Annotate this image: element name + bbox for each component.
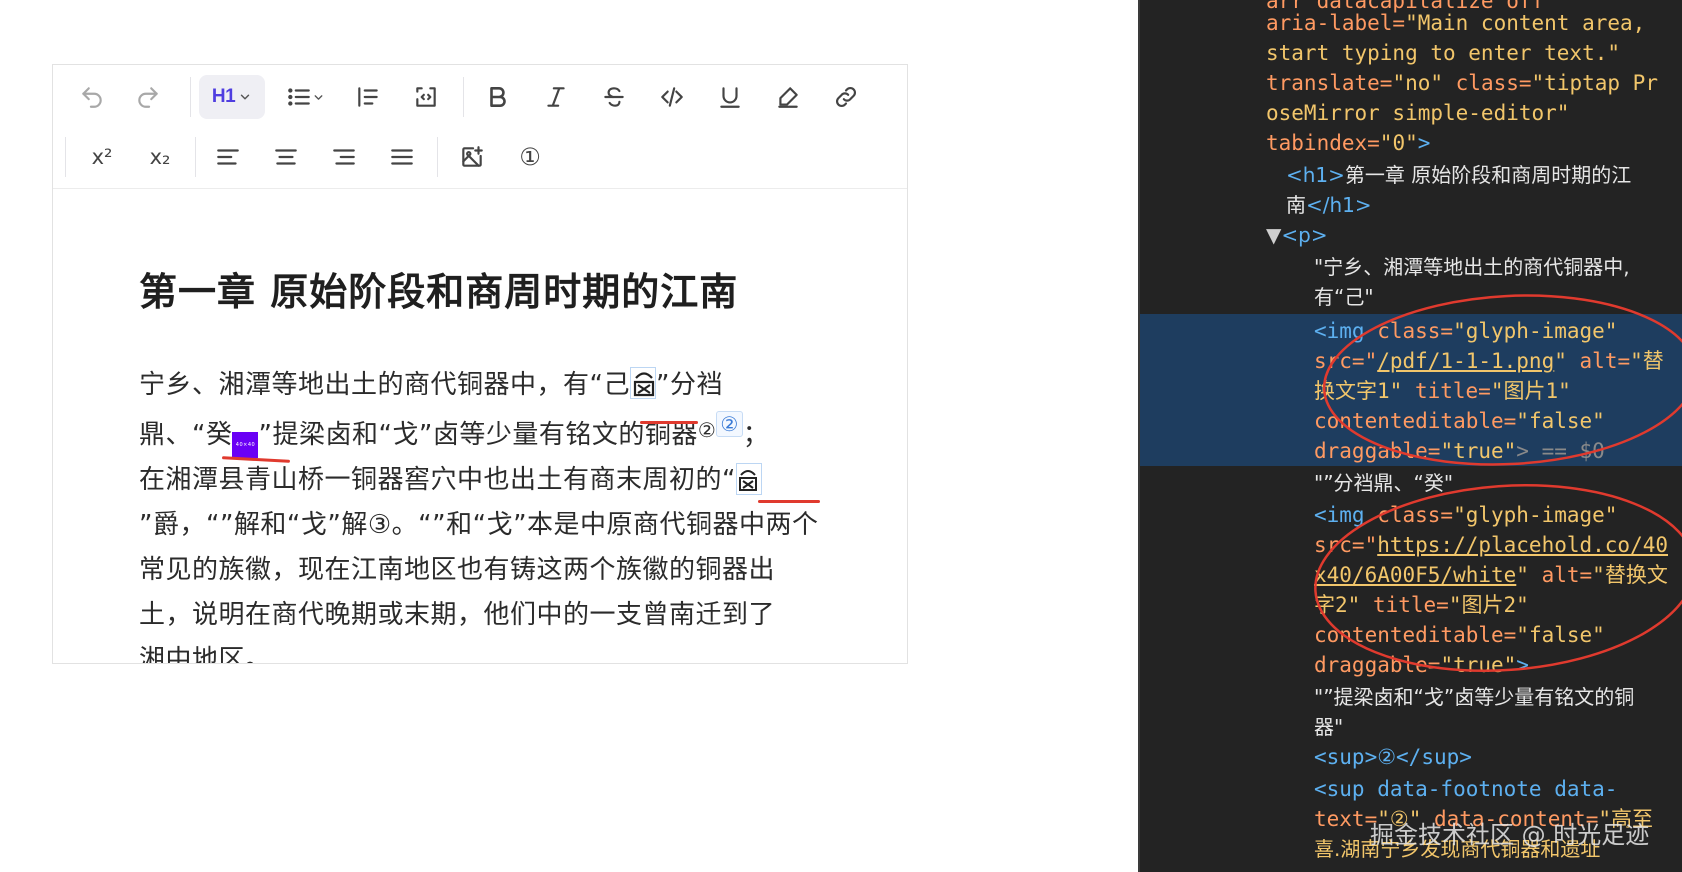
bullet-list-icon xyxy=(287,88,310,106)
glyph-image-1[interactable] xyxy=(629,367,656,399)
devtools-elements-panel: arr datacapitalize off aria-label="Main … xyxy=(1138,0,1682,872)
align-center-icon xyxy=(275,149,297,165)
toolbar-divider xyxy=(65,137,66,177)
underline-icon xyxy=(720,87,740,108)
toolbar-divider xyxy=(195,137,196,177)
toolbar-divider xyxy=(437,137,438,177)
align-justify-icon xyxy=(391,149,413,165)
paragraph-line: 土，说明在商代晚期或末期，他们中的一支曾南迁到了 xyxy=(139,600,776,630)
toolbar-divider xyxy=(463,77,464,117)
heading-dropdown[interactable]: H1 xyxy=(199,75,265,119)
align-right-icon xyxy=(333,149,355,165)
list-dropdown[interactable] xyxy=(275,75,335,119)
image-plus-icon xyxy=(462,146,483,167)
italic-button[interactable] xyxy=(533,75,579,119)
link-icon xyxy=(836,87,856,107)
footnote-button[interactable]: ① xyxy=(507,135,553,179)
blockquote-icon xyxy=(358,87,378,107)
editor-toolbar: H1 x² x₂ ① xyxy=(53,65,907,189)
text-run: 鼎、“癸 xyxy=(139,420,233,450)
code-block-button[interactable] xyxy=(403,75,449,119)
heading-label: H1 xyxy=(211,86,236,107)
footnote-superscript[interactable]: ② xyxy=(698,418,716,442)
rich-text-editor: H1 x² x₂ ① 第一章 原始阶段和商周时期的江南 宁乡、湘潭等地出土的商代… xyxy=(52,64,908,664)
text-run: ”提梁卤和“戈”卤等少量有铭文的铜器 xyxy=(258,420,698,450)
paragraph-line: 常见的族徽，现在江南地区也有铸这两个族徽的铜器出 xyxy=(139,555,776,585)
code-block-icon xyxy=(416,87,436,107)
footnote-marker[interactable]: ② xyxy=(716,411,743,437)
strikethrough-icon xyxy=(604,87,624,107)
align-left-button[interactable] xyxy=(205,135,251,179)
redo-button[interactable] xyxy=(125,75,171,119)
code-icon xyxy=(661,87,683,107)
annotation-underline xyxy=(758,500,820,503)
subscript-icon: x₂ xyxy=(149,145,171,169)
paragraph-line: 湘中地区。 xyxy=(139,645,272,664)
bold-icon xyxy=(490,87,506,107)
screen: H1 x² x₂ ① 第一章 原始阶段和商周时期的江南 宁乡、湘潭等地出土的商代… xyxy=(0,0,1682,872)
link-button[interactable] xyxy=(823,75,869,119)
align-justify-button[interactable] xyxy=(379,135,425,179)
document-paragraph: 宁乡、湘潭等地出土的商代铜器中，有“己 ”分裆 鼎、“癸 40×40 ”提梁卤和“戈”… xyxy=(139,363,839,664)
underline-button[interactable] xyxy=(707,75,753,119)
editor-content[interactable]: 第一章 原始阶段和商周时期的江南 宁乡、湘潭等地出土的商代铜器中，有“己 ”分裆 … xyxy=(139,261,839,664)
superscript-icon: x² xyxy=(91,145,113,169)
undo-button[interactable] xyxy=(69,75,115,119)
highlight-button[interactable] xyxy=(765,75,811,119)
superscript-button[interactable]: x² xyxy=(79,135,125,179)
text-run: 宁乡、湘潭等地出土的商代铜器中，有“己 xyxy=(139,370,630,400)
annotation-underline xyxy=(640,421,698,424)
italic-icon xyxy=(547,87,565,107)
align-right-button[interactable] xyxy=(321,135,367,179)
undo-icon xyxy=(82,87,102,108)
annotation-circles xyxy=(1314,294,1682,672)
glyph-image-2[interactable]: 40×40 xyxy=(232,432,259,458)
redo-icon xyxy=(138,87,158,108)
toolbar-divider xyxy=(190,77,191,117)
subscript-button[interactable]: x₂ xyxy=(137,135,183,179)
glyph-image-3[interactable] xyxy=(735,463,762,495)
text-run: 在湘潭县青山桥一铜器窖穴中也出土有商末周初的“ xyxy=(139,465,736,495)
text-run: ； xyxy=(742,420,770,450)
insert-image-button[interactable] xyxy=(449,135,495,179)
highlighter-icon xyxy=(778,87,798,108)
strikethrough-button[interactable] xyxy=(591,75,637,119)
watermark: 掘金技术社区 @ 时光足迹 xyxy=(1370,821,1650,849)
paragraph-line: 鼎、“癸 40×40 ”提梁卤和“戈”卤等少量有铭文的铜器② ②； xyxy=(139,408,839,458)
paragraph-line: ”爵，“”解和“戈”解③。“”和“戈”本是中原商代铜器中两个 xyxy=(139,510,819,540)
chevron-down-icon xyxy=(240,94,250,100)
paragraph-line: 宁乡、湘潭等地出土的商代铜器中，有“己 ”分裆 xyxy=(139,363,839,408)
inline-code-button[interactable] xyxy=(649,75,695,119)
align-center-button[interactable] xyxy=(263,135,309,179)
document-heading: 第一章 原始阶段和商周时期的江南 xyxy=(139,270,739,314)
bold-button[interactable] xyxy=(475,75,521,119)
blockquote-button[interactable] xyxy=(345,75,391,119)
align-left-icon xyxy=(217,149,239,165)
footnote-icon: ① xyxy=(519,143,541,171)
paragraph-line: 在湘潭县青山桥一铜器窖穴中也出土有商末周初的“ xyxy=(139,458,839,503)
chevron-down-icon xyxy=(314,94,322,100)
text-run: ”分裆 xyxy=(655,370,723,400)
